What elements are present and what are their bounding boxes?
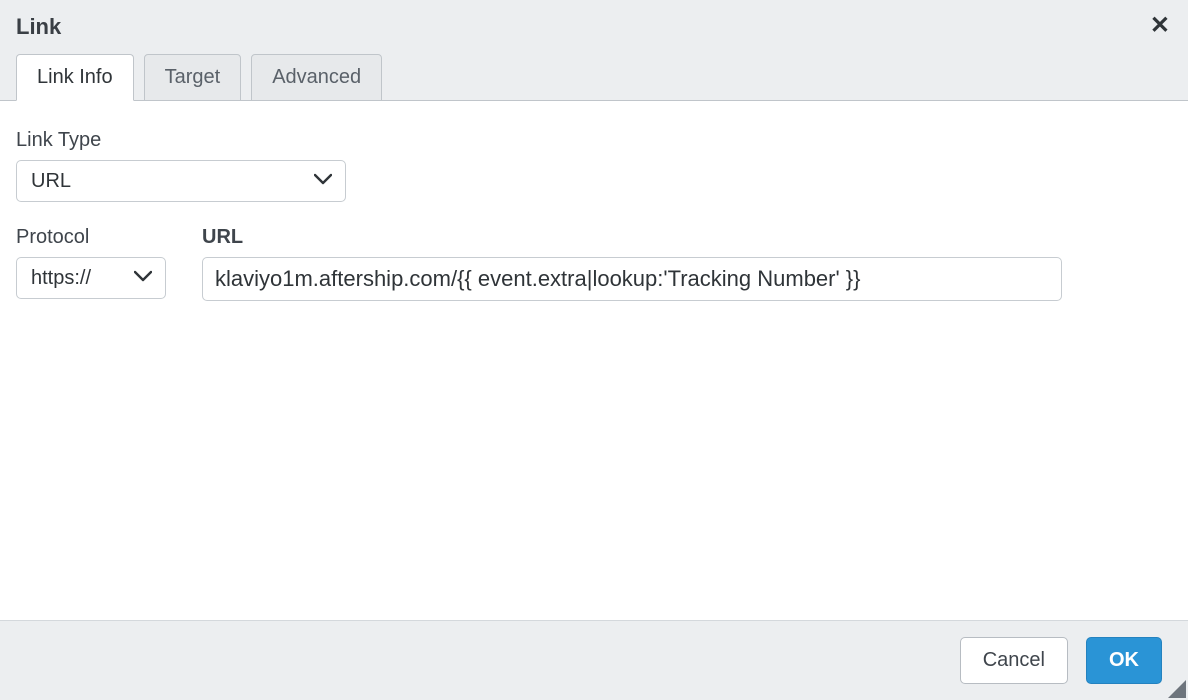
close-button[interactable]: ✕	[1150, 14, 1170, 38]
link-type-field: Link Type URL	[16, 129, 346, 202]
protocol-url-row: Protocol https:// URL	[16, 226, 1172, 301]
dialog-header: Link ✕ Link Info Target Advanced	[0, 0, 1188, 101]
dialog-body: Link Type URL Protocol https://	[0, 101, 1188, 620]
protocol-label: Protocol	[16, 226, 166, 249]
tab-advanced[interactable]: Advanced	[251, 54, 382, 101]
dialog-footer: Cancel OK	[0, 620, 1188, 700]
tab-link-info[interactable]: Link Info	[16, 54, 134, 101]
ok-button[interactable]: OK	[1086, 637, 1162, 684]
dialog-title: Link	[16, 14, 1172, 40]
protocol-field: Protocol https://	[16, 226, 166, 299]
link-type-label: Link Type	[16, 129, 346, 152]
close-icon: ✕	[1150, 12, 1170, 39]
tab-target[interactable]: Target	[144, 54, 242, 101]
tab-bar: Link Info Target Advanced	[16, 54, 1172, 101]
url-field: URL	[202, 226, 1062, 301]
link-type-row: Link Type URL	[16, 129, 1172, 202]
link-type-select-wrap: URL	[16, 160, 346, 202]
url-label: URL	[202, 226, 1062, 249]
resize-handle[interactable]	[1168, 680, 1186, 698]
cancel-button[interactable]: Cancel	[960, 637, 1068, 684]
protocol-select[interactable]: https://	[16, 257, 166, 299]
link-dialog: Link ✕ Link Info Target Advanced Link Ty…	[0, 0, 1188, 700]
url-input[interactable]	[202, 257, 1062, 301]
protocol-select-wrap: https://	[16, 257, 166, 299]
link-type-select[interactable]: URL	[16, 160, 346, 202]
